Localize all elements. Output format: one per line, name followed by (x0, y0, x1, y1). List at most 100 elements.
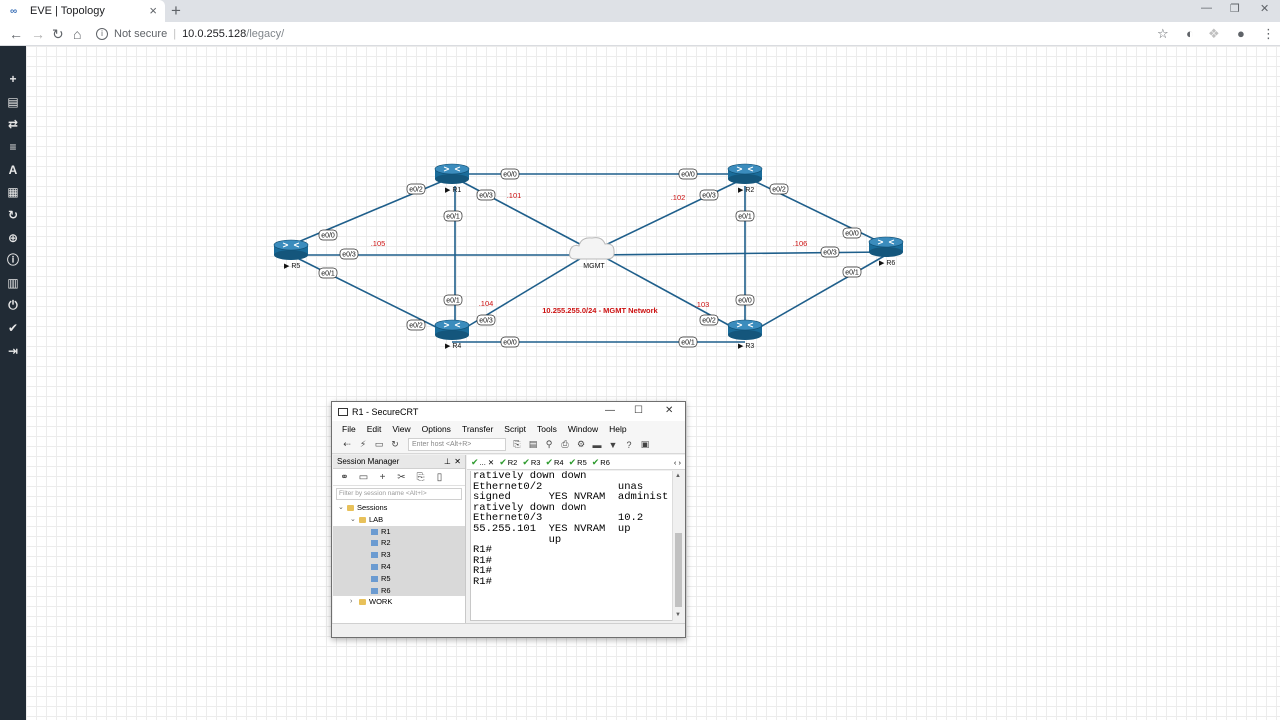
port-label: e0/2 (406, 183, 426, 195)
paste-session-icon[interactable]: ▯ (433, 472, 446, 483)
reconnect-icon[interactable]: ↻ (388, 439, 402, 450)
add-session-icon[interactable]: + (376, 472, 389, 483)
pin-icon[interactable]: ⊥ (444, 455, 451, 469)
link-r3-r6[interactable] (747, 254, 887, 335)
svg-text:e0/1: e0/1 (321, 271, 335, 278)
menu-view[interactable]: View (392, 424, 410, 434)
tab-scroll-icon[interactable]: ‹ › (674, 458, 681, 467)
session-tab-r3[interactable]: ✔R3 (522, 457, 540, 468)
close-tab-icon[interactable]: ✕ (486, 458, 494, 467)
scroll-up-icon[interactable]: ▲ (675, 473, 681, 479)
session-tab-r4[interactable]: ✔R4 (545, 457, 563, 468)
scrollbar-thumb[interactable] (675, 533, 682, 607)
link-r6-mgmt[interactable] (592, 251, 887, 256)
router-r4[interactable]: ▶ R4 (434, 319, 470, 350)
securecrt-titlebar[interactable]: R1 - SecureCRT — ☐ ✕ (332, 402, 685, 421)
paste-icon[interactable]: ▤ (526, 439, 540, 450)
close-panel-icon[interactable]: ✕ (454, 455, 461, 469)
print-icon[interactable]: ⎙ (558, 439, 572, 450)
session-icon (371, 564, 378, 570)
session-folder-icon[interactable]: ▭ (357, 472, 370, 483)
svg-text:e0/0: e0/0 (503, 340, 517, 347)
link-r5-r4[interactable] (290, 254, 451, 335)
link-r4-mgmt[interactable] (454, 250, 594, 335)
session-tools: ⚭ ▭ + ✂ ⎘ ▯ (333, 469, 465, 486)
help-icon[interactable]: ? (622, 440, 636, 450)
port-label: e0/2 (699, 314, 719, 326)
session-r4[interactable]: R4 (333, 560, 465, 573)
terminal-output[interactable]: ratively down down Ethernet0/2 unas sign… (470, 471, 673, 621)
minimize-icon[interactable]: — (605, 405, 615, 416)
maximize-icon[interactable]: ☐ (634, 405, 643, 416)
collapse-icon[interactable]: ⌄ (350, 514, 356, 526)
session-r2[interactable]: R2 (333, 537, 465, 550)
menu-file[interactable]: File (342, 424, 356, 434)
menu-options[interactable]: Options (422, 424, 451, 434)
port-label: e0/1 (318, 267, 338, 279)
link-icon[interactable]: ⚭ (338, 472, 351, 483)
menu-help[interactable]: Help (609, 424, 626, 434)
port-label: e0/2 (406, 319, 426, 331)
collapse-icon[interactable]: ⌄ (338, 502, 344, 514)
keymap-icon[interactable]: ▬ (590, 440, 604, 450)
sftp-icon[interactable]: ▼ (606, 440, 620, 450)
terminal-scrollbar[interactable]: ▲ ▼ (672, 471, 684, 621)
router-r1[interactable]: ▶ R1 (434, 163, 470, 194)
settings-icon[interactable]: ⚙ (574, 439, 588, 450)
router-r5[interactable]: ▶ R5 (273, 239, 309, 270)
copy-icon[interactable]: ⎘ (510, 439, 524, 450)
port-label: e0/3 (820, 246, 840, 258)
session-r6[interactable]: R6 (333, 584, 465, 597)
connect-tab-icon[interactable]: ▭ (372, 439, 386, 450)
cut-icon[interactable]: ✂ (395, 472, 408, 483)
session-manager-title: Session Manager (337, 457, 400, 466)
find-icon[interactable]: ⚲ (542, 439, 556, 450)
router-label: ▶ R3 (738, 343, 754, 350)
close-icon[interactable]: ✕ (665, 405, 673, 416)
link-r1-mgmt[interactable] (454, 177, 594, 252)
link-r2-mgmt[interactable] (592, 177, 746, 252)
menu-script[interactable]: Script (504, 424, 526, 434)
quick-connect-icon[interactable]: ⚡ (356, 439, 370, 450)
session-filter-input[interactable]: Filter by session name <Alt+I> (336, 488, 462, 500)
session-r5[interactable]: R5 (333, 572, 465, 585)
copy-session-icon[interactable]: ⎘ (414, 472, 427, 483)
session-icon (371, 528, 378, 535)
session-tab-r6[interactable]: ✔R6 (592, 457, 610, 468)
tree-label: WORK (369, 597, 393, 607)
screen-icon[interactable]: ▣ (638, 439, 652, 450)
svg-text:e0/0: e0/0 (738, 298, 752, 305)
menu-transfer[interactable]: Transfer (462, 424, 493, 434)
link-r5-r1[interactable] (290, 177, 451, 246)
host-input[interactable]: Enter host <Alt+R> (408, 438, 506, 451)
link-r3-mgmt[interactable] (592, 250, 746, 335)
ip-label: .104 (479, 299, 494, 308)
session-tab-r2[interactable]: ✔R2 (499, 457, 517, 468)
menu-tools[interactable]: Tools (537, 424, 557, 434)
menu-edit[interactable]: Edit (367, 424, 382, 434)
securecrt-window[interactable]: R1 - SecureCRT — ☐ ✕ File Edit View Opti… (331, 401, 686, 638)
scroll-down-icon[interactable]: ▼ (675, 612, 681, 618)
svg-text:e0/2: e0/2 (772, 187, 786, 194)
router-r3[interactable]: ▶ R3 (727, 319, 763, 350)
router-label: ▶ R4 (445, 343, 461, 350)
expand-icon[interactable]: › (350, 596, 352, 608)
session-manager-header: Session Manager ⊥ ✕ (333, 455, 465, 469)
session-r1[interactable]: R1 (333, 525, 465, 538)
session-r3[interactable]: R3 (333, 549, 465, 561)
session-icon (371, 540, 378, 547)
connected-check-icon: ✔ (568, 456, 577, 467)
menu-window[interactable]: Window (568, 424, 598, 434)
folder-work[interactable]: › WORK (333, 596, 465, 608)
session-icon (371, 575, 378, 582)
connect-icon[interactable]: ⇠ (340, 439, 354, 450)
ip-label: .105 (371, 239, 386, 248)
link-r2-r6[interactable] (747, 177, 887, 246)
folder-lab[interactable]: ⌄ LAB (333, 514, 465, 526)
port-label: e0/1 (443, 210, 463, 222)
router-r2[interactable]: ▶ R2 (727, 163, 763, 194)
session-tab-r5[interactable]: ✔R5 (569, 457, 587, 468)
connected-check-icon: ✔ (591, 456, 600, 467)
folder-sessions[interactable]: ⌄ Sessions (333, 502, 465, 514)
session-tab-active[interactable]: ✔... ✕ (471, 457, 494, 468)
